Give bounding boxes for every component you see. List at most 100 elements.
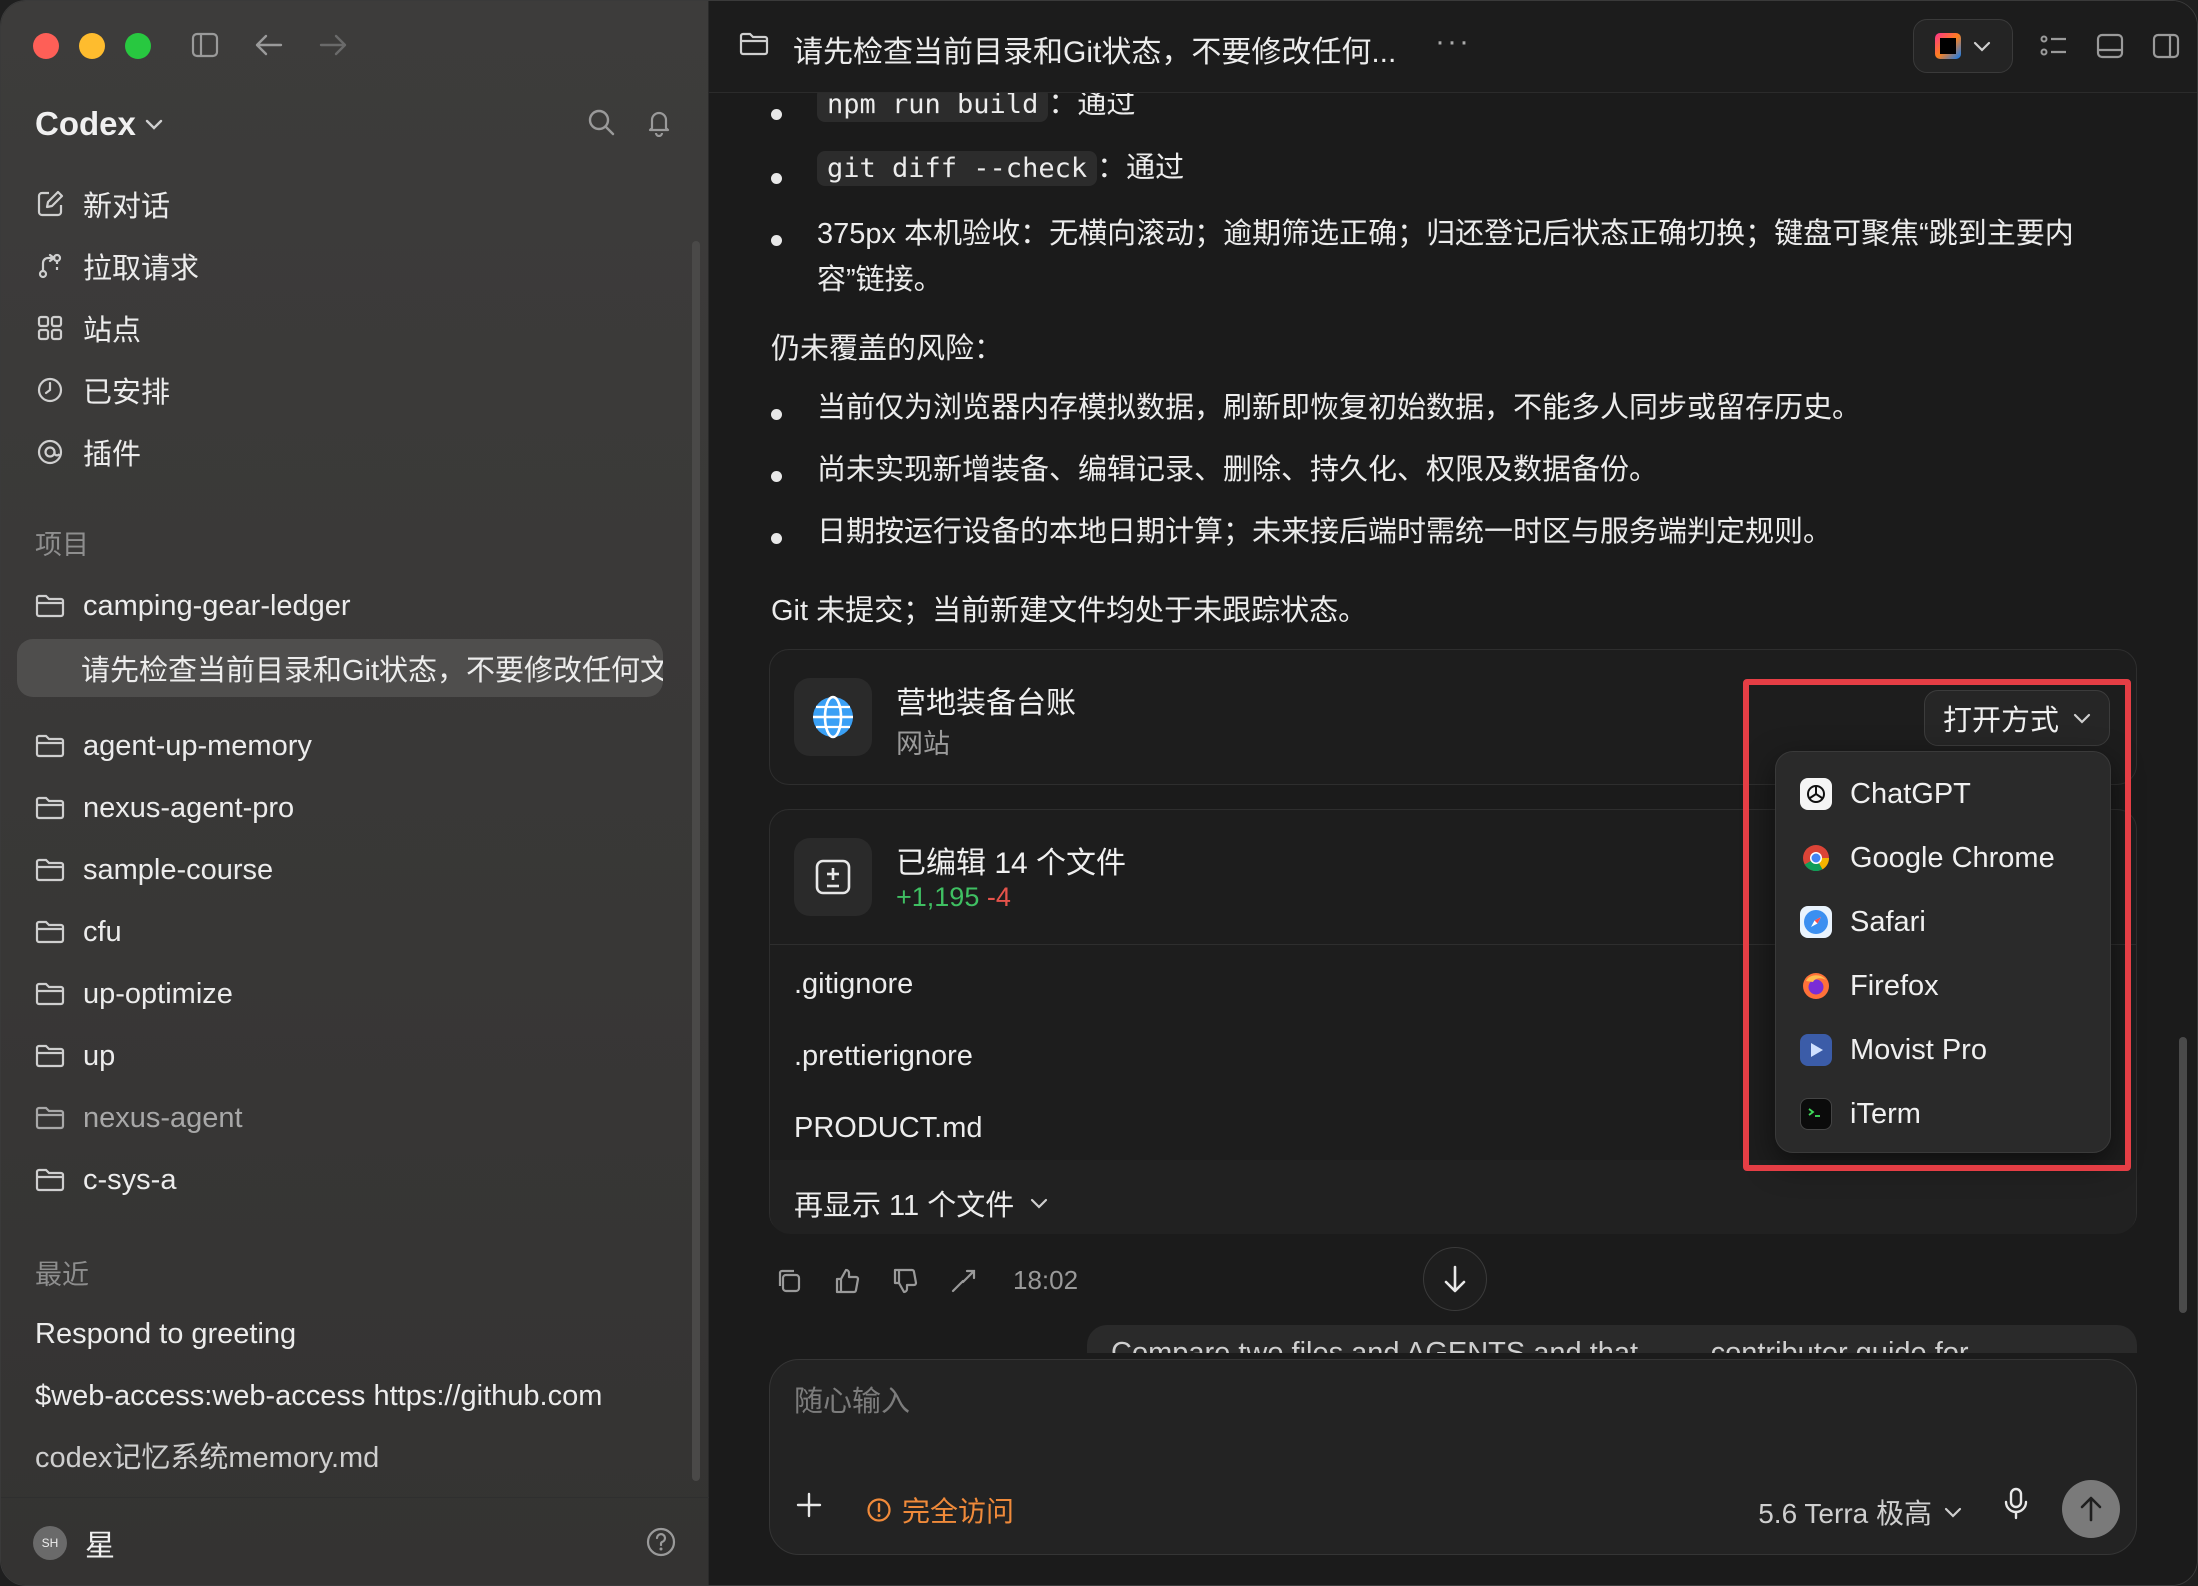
project-item[interactable]: up-optimize [17,963,693,1025]
arrow-up-icon [2080,1496,2102,1522]
folder-icon [35,1044,65,1068]
risk-item: 日期按运行设备的本地日期计算；未来接后端时需统一时区与服务端判定规则。 [817,516,1833,548]
message-timestamp: 18:02 [1013,1265,1079,1295]
send-button[interactable] [2062,1480,2120,1538]
thumbs-up-icon[interactable] [833,1267,861,1295]
inline-code: npm run build [817,93,1049,122]
workspace-switcher[interactable]: Codex [35,105,164,143]
pull-request-icon [38,253,62,279]
clock-icon [37,377,63,403]
scroll-to-bottom-button[interactable] [1423,1247,1487,1311]
share-icon[interactable] [949,1267,977,1295]
folder-icon [739,32,769,56]
risk-item: 尚未实现新增装备、编辑记录、删除、持久化、权限及数据备份。 [817,454,1659,486]
firefox-icon [1800,970,1832,1002]
model-selector[interactable]: 5.6 Terra 极高 [1758,1492,1962,1532]
window-controls [33,33,151,59]
microphone-icon[interactable] [2002,1486,2030,1522]
right-panel-icon[interactable] [2151,32,2181,60]
folder-icon [35,796,65,820]
close-window-button[interactable] [33,33,59,59]
bullet-dot [771,109,782,120]
sidebar: Codex 新对话 拉取请求 站点 已安排 插件 项目 camping-gear… [1,1,709,1585]
recent-item[interactable]: Respond to greeting [17,1303,693,1365]
sidebar-nav: 新对话 拉取请求 站点 已安排 插件 [17,173,693,483]
more-options-button[interactable]: ··· [1435,25,1471,59]
menu-item-firefox[interactable]: Firefox [1776,954,2110,1018]
forward-arrow-icon[interactable] [317,29,349,61]
open-in-ide-button[interactable] [1913,19,2013,73]
back-arrow-icon[interactable] [253,29,285,61]
projects-section-label: 项目 [35,530,89,560]
minimize-window-button[interactable] [79,33,105,59]
user-name[interactable]: 星 [85,1521,115,1565]
bullet-dot [771,533,782,544]
message-actions: 18:02 [775,1265,1078,1296]
nav-new-chat[interactable]: 新对话 [17,173,693,235]
diff-file-icon [815,859,851,895]
bell-icon[interactable] [644,107,674,137]
file-row[interactable]: .prettierignore [794,1040,973,1073]
search-icon[interactable] [586,107,616,137]
brand-title: Codex [35,105,136,142]
sidebar-footer: SH 星 [1,1497,709,1585]
recent-item[interactable]: $web-access:web-access https://github.co… [17,1365,693,1427]
app-window: Codex 新对话 拉取请求 站点 已安排 插件 项目 camping-gear… [0,0,2198,1586]
chrome-icon [1800,842,1832,874]
menu-item-safari[interactable]: Safari [1776,890,2110,954]
message-input[interactable] [794,1386,1894,1419]
risks-heading: 仍未覆盖的风险： [771,333,1004,365]
sidebar-scrollbar[interactable] [692,241,700,1481]
show-more-files-button[interactable]: 再显示 11 个文件 [794,1182,1048,1224]
chevron-down-icon [1944,1507,1962,1518]
title-bar: 请先检查当前目录和Git状态，不要修改任何... ··· [709,1,2197,93]
menu-item-iterm[interactable]: iTerm [1776,1082,2110,1146]
project-item[interactable]: sample-course [17,839,693,901]
project-item[interactable]: nexus-agent-pro [17,777,693,839]
plus-icon[interactable] [794,1490,824,1520]
brand-actions [586,107,674,137]
chevron-down-icon [1031,1198,1048,1209]
folder-icon [35,858,65,882]
nav-scheduled[interactable]: 已安排 [17,359,693,421]
menu-item-chrome[interactable]: Google Chrome [1776,826,2110,890]
copy-icon[interactable] [775,1267,803,1295]
mobile-check-line1: 375px 本机验收：无横向滚动；逾期筛选正确；归还登记后状态正确切换；键盘可聚… [817,218,2074,250]
help-icon[interactable] [645,1526,677,1558]
menu-item-movist[interactable]: Movist Pro [1776,1018,2110,1082]
project-item[interactable]: up [17,1025,693,1087]
project-item[interactable]: camping-gear-ledger [17,575,693,637]
risk-item: 当前仅为浏览器内存模拟数据，刷新即恢复初始数据，不能多人同步或留存历史。 [817,392,1862,424]
checklist-icon[interactable] [2039,32,2069,60]
open-with-menu: ChatGPT Google Chrome Safari Firefox Mov… [1775,751,2111,1153]
nav-sites[interactable]: 站点 [17,297,693,359]
project-item[interactable]: c-sys-a [17,1149,693,1211]
project-item[interactable]: nexus-agent [17,1087,693,1149]
access-mode-button[interactable]: 完全访问 [866,1490,1014,1530]
avatar[interactable]: SH [33,1525,67,1560]
movist-icon [1800,1034,1832,1066]
file-row[interactable]: PRODUCT.md [794,1112,983,1145]
recent-item[interactable]: codex记忆系统memory.md [17,1427,693,1489]
sidebar-toolbar [189,29,349,61]
terminal-panel-icon[interactable] [2095,32,2125,60]
chevron-down-icon [2073,713,2091,724]
nav-pull-requests[interactable]: 拉取请求 [17,235,693,297]
open-with-button[interactable]: 打开方式 [1923,690,2110,746]
nav-plugins[interactable]: 插件 [17,421,693,483]
diff-check-result: git diff --check ：通过 [817,145,1184,192]
project-thread-active[interactable]: 请先检查当前目录和Git状态，不要修改任何文件 [17,639,663,697]
folder-icon [35,1106,65,1130]
project-item[interactable]: cfu [17,901,693,963]
thumbs-down-icon[interactable] [891,1267,919,1295]
project-item[interactable]: agent-up-memory [17,715,693,777]
folder-icon [35,982,65,1006]
edited-files-title: 已编辑 14 个文件 [896,847,1127,880]
menu-item-chatgpt[interactable]: ChatGPT [1776,762,2110,826]
zoom-window-button[interactable] [125,33,151,59]
file-row[interactable]: .gitignore [794,968,913,1001]
bullet-dot [771,173,782,184]
sidebar-toggle-icon[interactable] [189,29,221,61]
conversation-scrollbar[interactable] [2179,1037,2187,1313]
nav-label: 拉取请求 [83,253,200,285]
